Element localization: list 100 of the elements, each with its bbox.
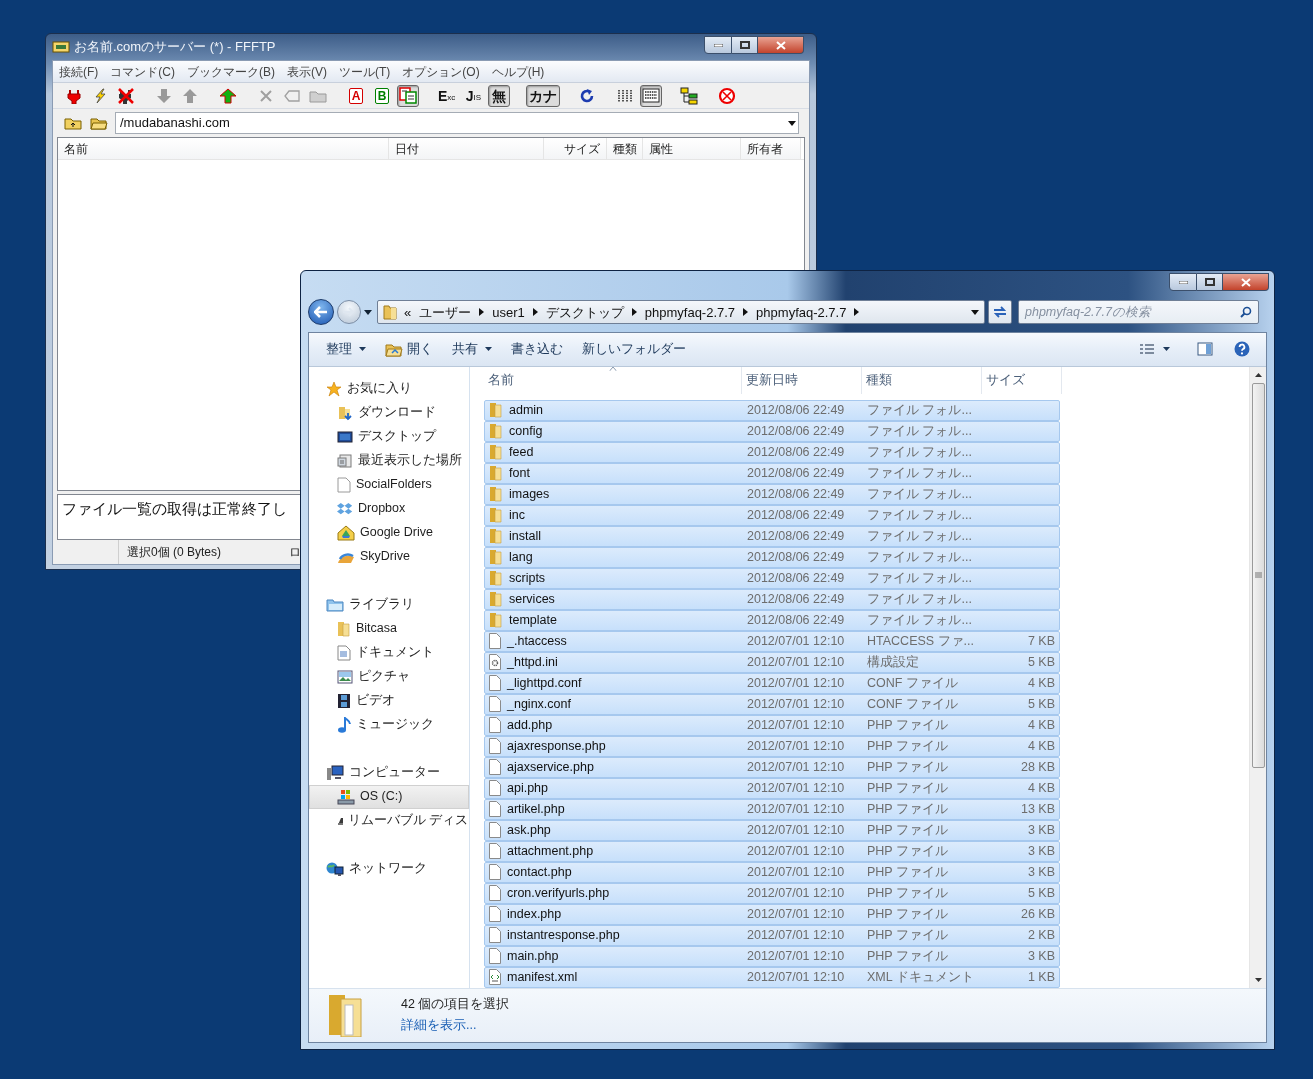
nav-item[interactable]: ビデオ — [309, 688, 469, 713]
refresh-button[interactable] — [988, 300, 1012, 325]
column-header[interactable]: 日付 — [389, 138, 544, 159]
menu-item[interactable]: ヘルプ(H) — [491, 62, 545, 81]
file-row[interactable]: contact.php 2012/07/01 12:10 PHP ファイル 3 KB — [484, 861, 1060, 883]
nav-item[interactable]: SkyDrive — [309, 544, 469, 569]
file-type: ファイル フォル... — [866, 422, 973, 440]
nav-item[interactable]: Dropbox — [309, 496, 469, 521]
breadcrumb-item[interactable]: デスクトップ — [543, 302, 626, 323]
toolbar-button[interactable] — [678, 84, 701, 107]
address-bar[interactable]: « ユーザー user1 デスクトップ phpmyfaq-2.7.7 phpmyfaq-2.7.7 — [377, 300, 985, 325]
file-row[interactable]: config 2012/08/06 22:49 ファイル フォル... — [484, 420, 1060, 442]
toolbar-button[interactable] — [640, 84, 663, 107]
file-row[interactable]: lang 2012/08/06 22:49 ファイル フォル... — [484, 546, 1060, 568]
column-header[interactable]: 名前 — [484, 366, 742, 394]
file-row[interactable]: images 2012/08/06 22:49 ファイル フォル... — [484, 483, 1060, 505]
file-type: PHP ファイル — [866, 737, 949, 755]
command-button[interactable]: 開く — [378, 337, 440, 362]
file-row[interactable]: services 2012/08/06 22:49 ファイル フォル... — [484, 588, 1060, 610]
maximize-button[interactable] — [732, 36, 758, 54]
file-row[interactable]: main.php 2012/07/01 12:10 PHP ファイル 3 KB — [484, 945, 1060, 967]
file-row[interactable]: ask.php 2012/07/01 12:10 PHP ファイル 3 KB — [484, 819, 1060, 841]
menu-item[interactable]: ブックマーク(B) — [187, 62, 275, 81]
file-row[interactable]: cron.verifyurls.php 2012/07/01 12:10 PHP ファイル 5 KB — [484, 882, 1060, 904]
column-header[interactable]: 属性 — [643, 138, 741, 159]
file-row[interactable]: attachment.php 2012/07/01 12:10 PHP ファイル 3 KB — [484, 840, 1060, 862]
path-field[interactable]: /mudabanashi.com — [115, 112, 799, 134]
file-row[interactable]: instantresponse.php 2012/07/01 12:10 PHP ファイル 2 KB — [484, 924, 1060, 946]
column-header[interactable]: 種類 — [862, 366, 982, 394]
file-row[interactable]: artikel.php 2012/07/01 12:10 PHP ファイル 13 KB — [484, 798, 1060, 820]
nav-item[interactable]: お気に入り — [309, 376, 469, 401]
nav-item[interactable]: Google Drive — [309, 520, 469, 545]
file-row[interactable]: inc 2012/08/06 22:49 ファイル フォル... — [484, 504, 1060, 526]
breadcrumb-overflow[interactable]: « — [404, 302, 412, 323]
file-row[interactable]: ajaxresponse.php 2012/07/01 12:10 PHP ファイル 4 KB — [484, 735, 1060, 757]
nav-item[interactable]: ドキュメント — [309, 640, 469, 665]
command-button[interactable]: 新しいフォルダー — [575, 337, 693, 362]
breadcrumb-item[interactable]: phpmyfaq-2.7.7 — [642, 302, 738, 323]
file-row[interactable]: _.htaccess 2012/07/01 12:10 HTACCESS ファ... 7 KB — [484, 630, 1060, 652]
close-button[interactable] — [758, 36, 804, 54]
nav-item[interactable]: ピクチャ — [309, 664, 469, 689]
file-row[interactable]: template 2012/08/06 22:49 ファイル フォル... — [484, 609, 1060, 631]
menu-item[interactable]: オプション(O) — [402, 62, 480, 81]
menu-item[interactable]: 表示(V) — [287, 62, 327, 81]
close-button[interactable] — [1223, 273, 1269, 291]
file-row[interactable]: font 2012/08/06 22:49 ファイル フォル... — [484, 462, 1060, 484]
toolbar-button[interactable]: カナ — [526, 84, 561, 107]
scroll-down-icon — [1254, 977, 1262, 982]
minimize-button[interactable] — [1169, 273, 1197, 291]
nav-item[interactable]: デスクトップ — [309, 424, 469, 449]
file-row[interactable]: ajaxservice.php 2012/07/01 12:10 PHP ファイル 28 KB — [484, 756, 1060, 778]
drive-icon — [337, 788, 355, 805]
file-row[interactable]: manifest.xml 2012/07/01 12:10 XML ドキュメント 1 KB — [484, 966, 1060, 988]
scroll-thumb[interactable] — [1251, 382, 1265, 768]
vertical-scrollbar[interactable] — [1249, 366, 1266, 988]
command-button[interactable]: 共有 — [445, 337, 499, 362]
column-header[interactable]: 更新日時 — [742, 366, 862, 394]
nav-item[interactable]: リムーバブル ディス — [309, 808, 469, 833]
menu-item[interactable]: コマンド(C) — [110, 62, 175, 81]
breadcrumb-item[interactable]: user1 — [490, 302, 527, 323]
nav-item[interactable]: 最近表示した場所 — [309, 448, 469, 473]
column-header[interactable]: 名前 — [58, 138, 389, 159]
download-folder-icon — [337, 404, 353, 421]
file-row[interactable]: _httpd.ini 2012/07/01 12:10 構成設定 5 KB — [484, 651, 1060, 673]
nav-item[interactable]: OS (C:) — [309, 784, 469, 809]
nav-item[interactable]: ネットワーク — [309, 856, 469, 881]
file-row[interactable]: admin 2012/08/06 22:49 ファイル フォル... — [484, 399, 1060, 421]
file-row[interactable]: _lighttpd.conf 2012/07/01 12:10 CONF ファイル 4 KB — [484, 672, 1060, 694]
toolbar-button[interactable] — [397, 84, 419, 107]
back-button[interactable] — [308, 299, 334, 326]
column-header[interactable]: サイズ — [544, 138, 607, 159]
breadcrumb-item[interactable]: ユーザー — [417, 302, 474, 323]
details-link[interactable]: 詳細を表示... — [401, 1016, 510, 1035]
file-row[interactable]: index.php 2012/07/01 12:10 PHP ファイル 26 KB — [484, 903, 1060, 925]
menu-item[interactable]: 接続(F) — [59, 62, 99, 81]
file-row[interactable]: feed 2012/08/06 22:49 ファイル フォル... — [484, 441, 1060, 463]
nav-item[interactable]: コンピューター — [309, 760, 469, 785]
menu-item[interactable]: ツール(T) — [339, 62, 391, 81]
command-button[interactable]: 書き込む — [504, 337, 570, 362]
column-header[interactable]: サイズ — [982, 366, 1062, 394]
nav-item[interactable]: ミュージック — [309, 712, 469, 737]
nav-item[interactable]: Bitcasa — [309, 616, 469, 641]
nav-item[interactable]: ライブラリ — [309, 592, 469, 617]
file-row[interactable]: install 2012/08/06 22:49 ファイル フォル... — [484, 525, 1060, 547]
minimize-button[interactable] — [704, 36, 732, 54]
file-row[interactable]: add.php 2012/07/01 12:10 PHP ファイル 4 KB — [484, 714, 1060, 736]
file-row[interactable]: _nginx.conf 2012/07/01 12:10 CONF ファイル 5 KB — [484, 693, 1060, 715]
breadcrumb-item[interactable]: phpmyfaq-2.7.7 — [754, 302, 849, 323]
nav-item[interactable]: SocialFolders — [309, 472, 469, 497]
file-row[interactable]: scripts 2012/08/06 22:49 ファイル フォル... — [484, 567, 1060, 589]
column-header[interactable]: 種類 — [607, 138, 643, 159]
nav-item[interactable]: ダウンロード — [309, 400, 469, 425]
toolbar-button[interactable]: 無 — [488, 84, 511, 107]
library-icon — [326, 597, 344, 612]
command-button[interactable]: 整理 — [319, 337, 373, 362]
file-row[interactable]: api.php 2012/07/01 12:10 PHP ファイル 4 KB — [484, 777, 1060, 799]
modified-date: 2012/07/01 12:10 — [746, 884, 846, 902]
column-header[interactable]: 所有者 — [741, 138, 801, 159]
file-name: lang — [509, 548, 533, 566]
maximize-button[interactable] — [1197, 273, 1223, 291]
